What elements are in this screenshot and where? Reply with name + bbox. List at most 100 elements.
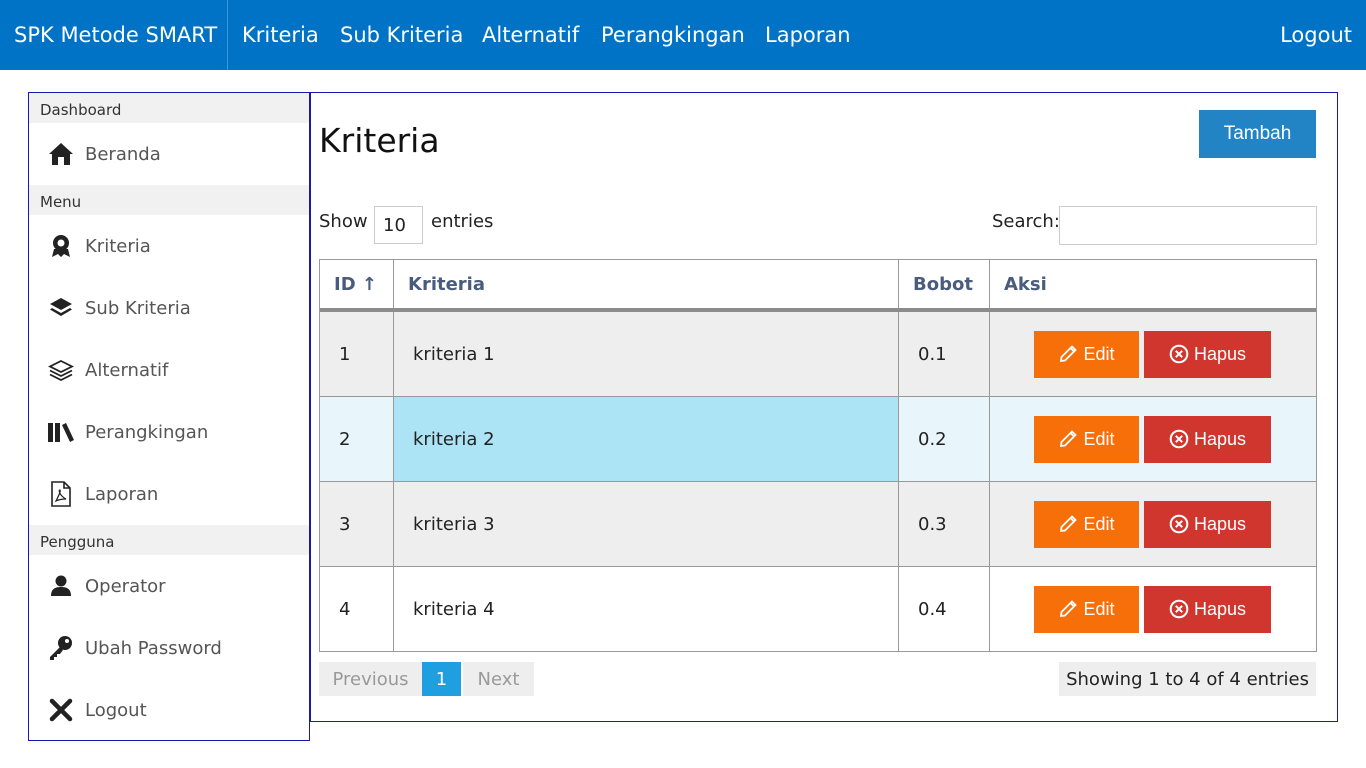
- column-header-aksi[interactable]: Aksi: [990, 260, 1316, 308]
- sidebar-item-label: Laporan: [85, 483, 159, 505]
- delete-button[interactable]: Hapus: [1144, 500, 1271, 548]
- delete-label: Hapus: [1193, 343, 1247, 364]
- cell-bobot: 0.3: [899, 482, 990, 566]
- sidebar-item-ubah-password[interactable]: Ubah Password: [29, 617, 309, 679]
- next-page-button[interactable]: Next: [463, 662, 534, 696]
- delete-button[interactable]: Hapus: [1144, 585, 1271, 633]
- circle-x-icon: [1169, 344, 1189, 364]
- sidebar-item-perangkingan[interactable]: Perangkingan: [29, 401, 309, 463]
- cell-id: 3: [320, 482, 394, 566]
- table-info: Showing 1 to 4 of 4 entries: [1059, 662, 1316, 696]
- delete-button[interactable]: Hapus: [1144, 415, 1271, 463]
- layers-solid-icon: [47, 294, 75, 322]
- x-icon: [47, 696, 75, 724]
- sidebar-item-label: Ubah Password: [85, 637, 222, 659]
- pencil-icon: [1060, 430, 1078, 448]
- sidebar-item-label: Operator: [85, 575, 166, 597]
- delete-button[interactable]: Hapus: [1144, 330, 1271, 378]
- cell-bobot: 0.1: [899, 312, 990, 396]
- main-panel: Kriteria Tambah Show 10 entries Search: …: [310, 92, 1338, 722]
- search-label: Search:: [992, 211, 1060, 232]
- table-row: 4 kriteria 4 0.4 Edit Hapus: [320, 567, 1316, 651]
- circle-x-icon: [1169, 514, 1189, 534]
- cell-bobot: 0.2: [899, 397, 990, 481]
- column-header-id[interactable]: ID ↑: [320, 260, 394, 308]
- kriteria-table: ID ↑ Kriteria Bobot Aksi 1 kriteria 1 0.…: [319, 259, 1317, 652]
- cell-aksi: Edit Hapus: [990, 312, 1316, 396]
- edit-label: Edit: [1083, 598, 1115, 619]
- pencil-icon: [1060, 345, 1078, 363]
- sidebar-item-label: Logout: [85, 699, 147, 721]
- page-title: Kriteria: [319, 121, 440, 160]
- edit-button[interactable]: Edit: [1034, 585, 1139, 633]
- pdf-file-icon: [47, 480, 75, 508]
- sidebar-item-alternatif[interactable]: Alternatif: [29, 339, 309, 401]
- sidebar-header-menu: Menu: [29, 185, 309, 215]
- sidebar-item-operator[interactable]: Operator: [29, 555, 309, 617]
- add-button[interactable]: Tambah: [1199, 110, 1316, 158]
- cell-id: 2: [320, 397, 394, 481]
- table-row: 2 kriteria 2 0.2 Edit Hapus: [320, 397, 1316, 482]
- cell-aksi: Edit Hapus: [990, 482, 1316, 566]
- edit-button[interactable]: Edit: [1034, 415, 1139, 463]
- sidebar: Dashboard Beranda Menu Kriteria Sub Krit…: [28, 92, 310, 741]
- show-label: Show: [319, 211, 368, 232]
- sidebar-item-label: Beranda: [85, 143, 161, 165]
- cell-aksi: Edit Hapus: [990, 567, 1316, 651]
- search-input[interactable]: [1059, 206, 1317, 245]
- table-header-row: ID ↑ Kriteria Bobot Aksi: [320, 260, 1316, 312]
- previous-page-button[interactable]: Previous: [319, 662, 422, 696]
- delete-label: Hapus: [1193, 428, 1247, 449]
- table-row: 1 kriteria 1 0.1 Edit Hapus: [320, 312, 1316, 397]
- cell-kriteria: kriteria 4: [394, 567, 899, 651]
- pencil-icon: [1060, 515, 1078, 533]
- nav-link-sub-kriteria[interactable]: Sub Kriteria: [340, 0, 463, 70]
- entries-label: entries: [431, 211, 494, 232]
- sidebar-item-label: Perangkingan: [85, 421, 209, 443]
- award-icon: [47, 232, 75, 260]
- circle-x-icon: [1169, 599, 1189, 619]
- nav-link-laporan[interactable]: Laporan: [765, 0, 851, 70]
- sidebar-item-label: Kriteria: [85, 235, 151, 257]
- nav-link-perangkingan[interactable]: Perangkingan: [601, 0, 745, 70]
- page-1-button[interactable]: 1: [422, 662, 461, 696]
- delete-label: Hapus: [1193, 513, 1247, 534]
- entries-select[interactable]: 10: [374, 206, 423, 244]
- table-row: 3 kriteria 3 0.3 Edit Hapus: [320, 482, 1316, 567]
- cell-bobot: 0.4: [899, 567, 990, 651]
- cell-id: 1: [320, 312, 394, 396]
- layers-outline-icon: [47, 356, 75, 384]
- nav-logout-link[interactable]: Logout: [1280, 0, 1352, 70]
- nav-link-alternatif[interactable]: Alternatif: [482, 0, 579, 70]
- books-icon: [47, 418, 75, 446]
- sidebar-item-beranda[interactable]: Beranda: [29, 123, 309, 185]
- cell-id: 4: [320, 567, 394, 651]
- pagination: Previous 1 Next: [319, 662, 534, 696]
- edit-label: Edit: [1083, 343, 1115, 364]
- brand-title[interactable]: SPK Metode SMART: [0, 0, 228, 70]
- edit-label: Edit: [1083, 513, 1115, 534]
- sidebar-header-pengguna: Pengguna: [29, 525, 309, 555]
- sidebar-item-laporan[interactable]: Laporan: [29, 463, 309, 525]
- cell-kriteria: kriteria 1: [394, 312, 899, 396]
- cell-aksi: Edit Hapus: [990, 397, 1316, 481]
- user-icon: [47, 572, 75, 600]
- sidebar-item-logout[interactable]: Logout: [29, 679, 309, 741]
- pencil-icon: [1060, 600, 1078, 618]
- top-navbar: SPK Metode SMART Kriteria Sub Kriteria A…: [0, 0, 1366, 70]
- sidebar-item-kriteria[interactable]: Kriteria: [29, 215, 309, 277]
- edit-button[interactable]: Edit: [1034, 500, 1139, 548]
- sidebar-item-label: Sub Kriteria: [85, 297, 191, 319]
- edit-label: Edit: [1083, 428, 1115, 449]
- column-header-bobot[interactable]: Bobot: [899, 260, 990, 308]
- nav-link-kriteria[interactable]: Kriteria: [242, 0, 319, 70]
- circle-x-icon: [1169, 429, 1189, 449]
- edit-button[interactable]: Edit: [1034, 330, 1139, 378]
- cell-kriteria: kriteria 2: [394, 397, 899, 481]
- sidebar-item-label: Alternatif: [85, 359, 169, 381]
- home-icon: [47, 140, 75, 168]
- column-header-kriteria[interactable]: Kriteria: [394, 260, 899, 308]
- key-icon: [47, 634, 75, 662]
- cell-kriteria: kriteria 3: [394, 482, 899, 566]
- sidebar-item-sub-kriteria[interactable]: Sub Kriteria: [29, 277, 309, 339]
